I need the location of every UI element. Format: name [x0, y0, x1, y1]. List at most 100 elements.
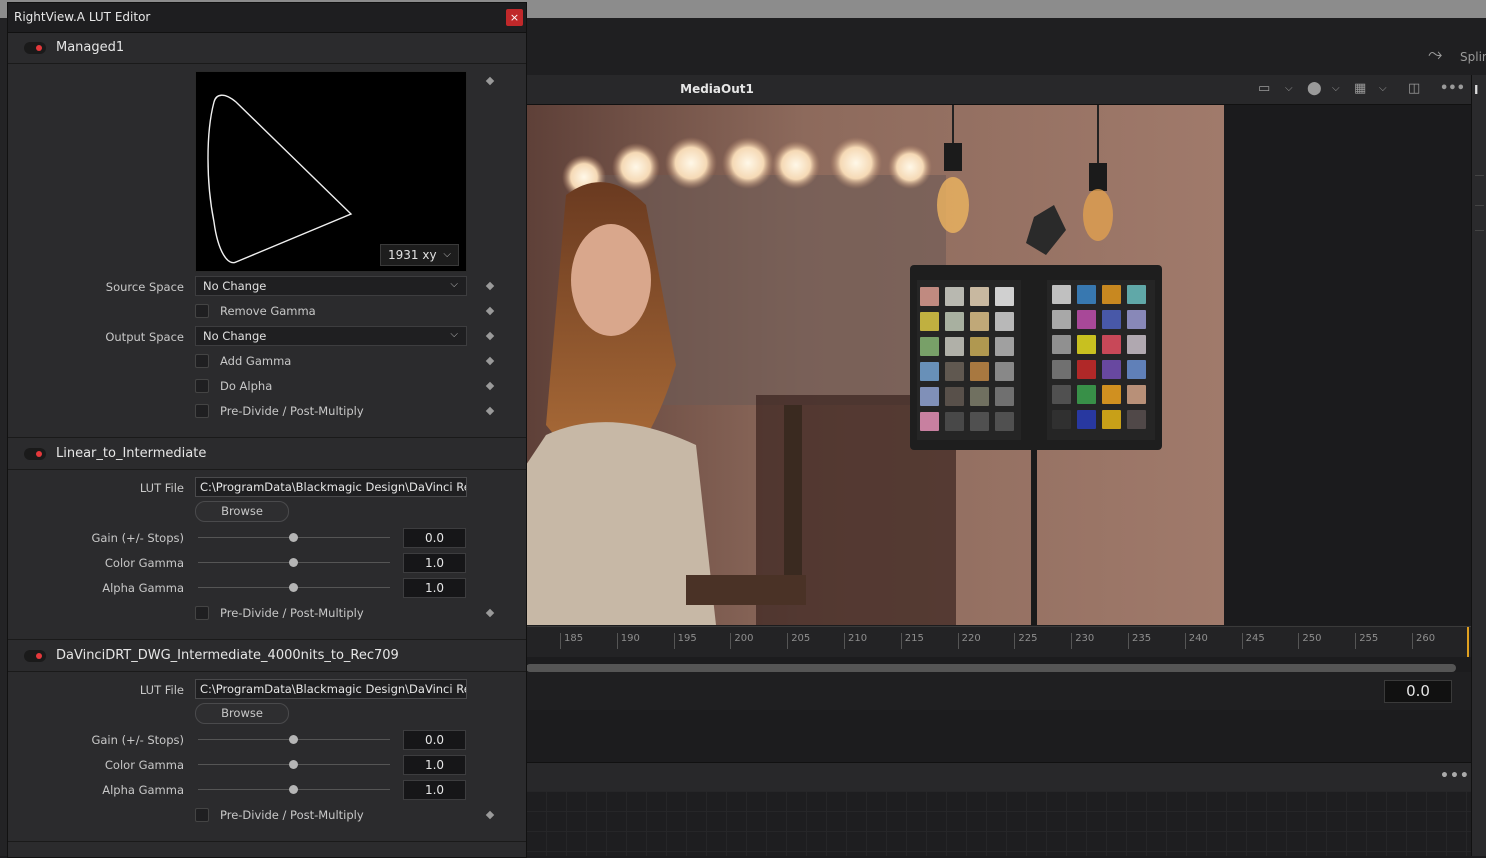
- color-chip: [920, 387, 939, 406]
- gain-value-field[interactable]: 0.0: [403, 528, 466, 548]
- color-chip: [945, 312, 964, 331]
- timeline-tick-label: 245: [1241, 633, 1265, 649]
- color-chip: [1052, 360, 1071, 379]
- keyframe-diamond-icon[interactable]: [485, 76, 495, 86]
- timeline-tick-label: 230: [1071, 633, 1094, 649]
- browse-button[interactable]: Browse: [195, 501, 289, 522]
- gain-slider-handle[interactable]: [289, 533, 298, 542]
- color-chip: [995, 362, 1014, 381]
- viewer-header: MediaOut1 ▭ ⌵ ⬤ ⌵ ▦ ⌵ ◫ •••: [526, 75, 1471, 105]
- gain-value-field[interactable]: 0.0: [403, 730, 466, 750]
- enable-toggle[interactable]: [24, 448, 46, 460]
- keyframe-diamond-icon[interactable]: [485, 356, 495, 366]
- enable-toggle[interactable]: [24, 650, 46, 662]
- timeline-tick-label: 255: [1355, 633, 1378, 649]
- left-panel-edge: [0, 18, 7, 856]
- timeline-tick-label: 185: [560, 633, 583, 649]
- browse-button[interactable]: Browse: [195, 703, 289, 724]
- color-chip: [1052, 310, 1071, 329]
- current-time-field[interactable]: 0.0: [1384, 680, 1452, 703]
- spline-tab-label[interactable]: Splin: [1460, 50, 1486, 64]
- divider: [8, 639, 526, 640]
- do-alpha-checkbox[interactable]: [195, 379, 209, 393]
- keyframe-diamond-icon[interactable]: [485, 406, 495, 416]
- more-options-icon[interactable]: •••: [1440, 81, 1465, 96]
- do-alpha-label: Do Alpha: [220, 379, 273, 393]
- section-name: Linear_to_Intermediate: [56, 446, 207, 461]
- color-chip: [995, 287, 1014, 306]
- keyframe-diamond-icon[interactable]: [485, 331, 495, 341]
- close-button[interactable]: ×: [506, 9, 523, 26]
- right-tab-label[interactable]: I: [1474, 83, 1478, 97]
- add-gamma-checkbox[interactable]: [195, 354, 209, 368]
- alpha-gamma-value-field[interactable]: 1.0: [403, 780, 466, 800]
- gain-label: Gain (+/- Stops): [91, 531, 184, 545]
- section-lut1[interactable]: Linear_to_Intermediate: [8, 439, 526, 470]
- color-channels-icon[interactable]: ⬤: [1307, 81, 1322, 96]
- enabled-dot-icon: [36, 45, 42, 51]
- lut-file-input[interactable]: C:\ProgramData\Blackmagic Design\DaVinci…: [195, 679, 467, 699]
- viewer-area[interactable]: [526, 105, 1471, 625]
- section-name: Managed1: [56, 40, 125, 55]
- section-lut2[interactable]: DaVinciDRT_DWG_Intermediate_4000nits_to_…: [8, 641, 526, 672]
- chevron-down-icon[interactable]: ⌵: [1379, 83, 1387, 94]
- color-chip: [945, 387, 964, 406]
- color-chip: [995, 312, 1014, 331]
- color-chip: [970, 387, 989, 406]
- enable-toggle[interactable]: [24, 42, 46, 54]
- color-chip: [970, 337, 989, 356]
- predivide-checkbox[interactable]: [195, 808, 209, 822]
- more-options-icon[interactable]: •••: [1440, 768, 1470, 784]
- viewer-image: [526, 105, 1224, 625]
- color-chip: [995, 387, 1014, 406]
- timeline-tick-label: 190: [616, 633, 640, 649]
- alpha-gamma-value-field[interactable]: 1.0: [403, 578, 466, 598]
- split-view-icon[interactable]: ◫: [1408, 81, 1420, 96]
- remove-gamma-checkbox[interactable]: [195, 304, 209, 318]
- alpha-gamma-label: Alpha Gamma: [102, 783, 184, 797]
- alpha-gamma-slider-handle[interactable]: [289, 785, 298, 794]
- timeline-ruler[interactable]: 185 190 195 200 205 210 215 220 225 230 235 240 245 2…: [526, 626, 1471, 657]
- playhead[interactable]: [1467, 627, 1469, 657]
- section-managed[interactable]: Managed1: [8, 33, 526, 64]
- node-editor-area[interactable]: [526, 791, 1471, 856]
- chevron-down-icon[interactable]: ⌵: [1332, 83, 1340, 94]
- keyframe-diamond-icon[interactable]: [485, 381, 495, 391]
- timeline-tick-label: 210: [844, 633, 867, 649]
- lut-file-label: LUT File: [139, 481, 184, 495]
- color-chip: [970, 412, 989, 431]
- color-gamma-value-field[interactable]: 1.0: [403, 553, 466, 573]
- chevron-down-icon: ⌵: [450, 279, 458, 290]
- display-icon[interactable]: ▭: [1258, 81, 1270, 96]
- gain-slider-handle[interactable]: [289, 735, 298, 744]
- color-chip: [1127, 410, 1146, 429]
- keyframe-diamond-icon[interactable]: [485, 608, 495, 618]
- color-gamma-value-field[interactable]: 1.0: [403, 755, 466, 775]
- chevron-down-icon[interactable]: ⌵: [1285, 83, 1293, 94]
- window-titlebar[interactable]: RightView.A LUT Editor ×: [8, 3, 526, 33]
- gamut-view-dropdown[interactable]: 1931 xy ⌵: [380, 244, 459, 266]
- keyframe-diamond-icon[interactable]: [485, 306, 495, 316]
- predivide-label: Pre-Divide / Post-Multiply: [220, 808, 364, 822]
- lut-file-input[interactable]: C:\ProgramData\Blackmagic Design\DaVinci…: [195, 477, 467, 497]
- color-chip: [1052, 410, 1071, 429]
- color-chip: [1052, 335, 1071, 354]
- timeline-tick-label: 235: [1128, 633, 1151, 649]
- output-space-dropdown[interactable]: No Change ⌵: [195, 326, 467, 346]
- color-gamma-slider-handle[interactable]: [289, 558, 298, 567]
- grid-icon[interactable]: ▦: [1354, 81, 1366, 96]
- section-name: DaVinciDRT_DWG_Intermediate_4000nits_to_…: [56, 648, 399, 663]
- keyframe-diamond-icon[interactable]: [485, 810, 495, 820]
- predivide-checkbox[interactable]: [195, 606, 209, 620]
- predivide-checkbox[interactable]: [195, 404, 209, 418]
- spline-icon[interactable]: ⤳: [1428, 44, 1454, 70]
- alpha-gamma-slider-handle[interactable]: [289, 583, 298, 592]
- timeline-scrollbar[interactable]: [526, 664, 1456, 672]
- timeline-tick-label: 225: [1014, 633, 1037, 649]
- source-space-dropdown[interactable]: No Change ⌵: [195, 276, 467, 296]
- lut-editor-window: RightView.A LUT Editor × Managed1 1931 x…: [7, 2, 527, 858]
- color-gamma-slider-handle[interactable]: [289, 760, 298, 769]
- color-chip: [1127, 385, 1146, 404]
- color-chip: [945, 337, 964, 356]
- keyframe-diamond-icon[interactable]: [485, 281, 495, 291]
